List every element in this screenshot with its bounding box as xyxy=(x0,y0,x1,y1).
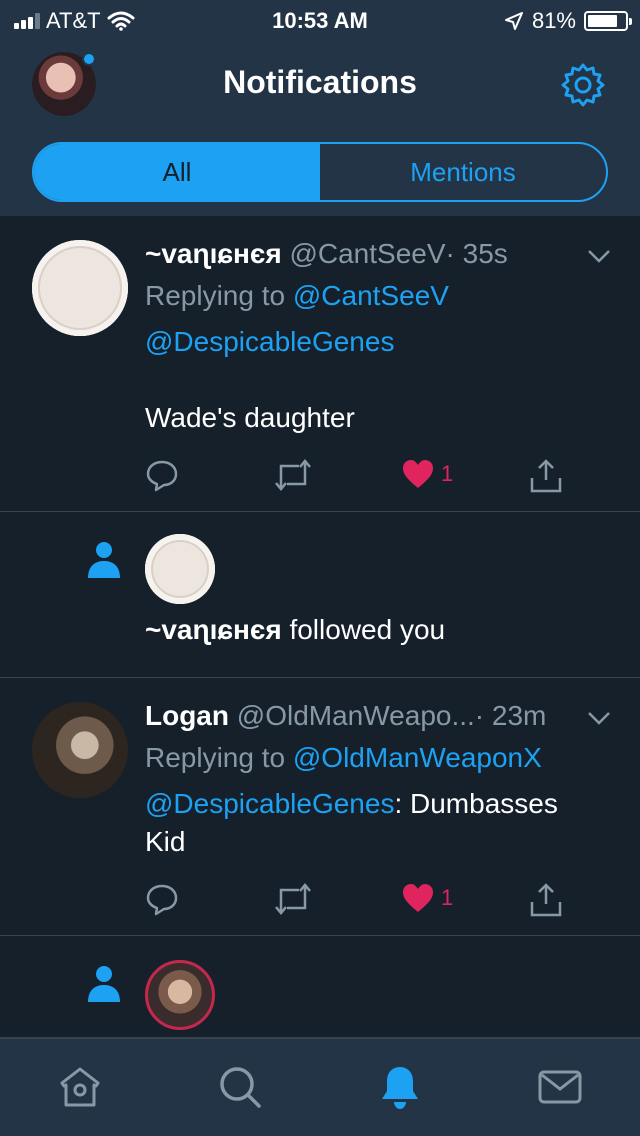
notification-item[interactable]: ~vaɳıɕнєя followed you xyxy=(0,512,640,678)
tweet-text: : Dumbasses xyxy=(394,788,558,819)
person-icon xyxy=(88,542,120,578)
reply-icon[interactable] xyxy=(145,882,179,916)
gear-icon[interactable] xyxy=(560,62,606,108)
display-name[interactable]: ~vaɳıɕнєя xyxy=(145,614,282,645)
notification-item[interactable] xyxy=(0,936,640,1038)
handle[interactable]: @OldManWeapo... xyxy=(237,700,475,731)
bottom-tab-bar xyxy=(0,1038,640,1136)
handle[interactable]: @CantSeeV xyxy=(289,238,445,269)
timestamp: · 23m xyxy=(474,700,547,731)
like-group[interactable]: 1 xyxy=(401,458,453,490)
notification-filter: All Mentions xyxy=(32,142,608,202)
reply-icon[interactable] xyxy=(145,458,179,492)
display-name[interactable]: Logan xyxy=(145,700,229,731)
heart-icon[interactable] xyxy=(401,458,435,490)
tweet-text-line1: @DespicableGenes: Dumbasses xyxy=(145,788,558,820)
page-title: Notifications xyxy=(223,64,417,100)
like-group[interactable]: 1 xyxy=(401,882,453,914)
reply-context: Replying to @CantSeeV xyxy=(145,280,449,312)
replying-to-label: Replying to xyxy=(145,280,286,311)
user-avatar[interactable] xyxy=(145,534,215,604)
user-avatar[interactable] xyxy=(32,702,128,798)
search-icon[interactable] xyxy=(216,1063,264,1111)
tweet-text: Wade's daughter xyxy=(145,402,355,433)
bell-icon[interactable] xyxy=(376,1063,424,1111)
chevron-down-icon[interactable] xyxy=(586,710,612,726)
tweet-header: Logan @OldManWeapo...· 23m xyxy=(145,700,546,732)
tweet-actions: 1 xyxy=(145,882,575,922)
share-icon[interactable] xyxy=(529,882,563,918)
tab-all[interactable]: All xyxy=(34,144,320,200)
home-icon[interactable] xyxy=(56,1063,104,1111)
follow-text: ~vaɳıɕнєя followed you xyxy=(145,614,445,646)
notification-item[interactable]: Logan @OldManWeapo...· 23m Replying to @… xyxy=(0,678,640,936)
status-right: 81% xyxy=(504,8,632,34)
battery-percent: 81% xyxy=(531,8,576,33)
battery-icon xyxy=(584,11,632,31)
replying-to-link[interactable]: @OldManWeaponX xyxy=(293,742,542,773)
tweet-actions: 1 xyxy=(145,458,575,498)
reply-context: Replying to @OldManWeaponX xyxy=(145,742,542,774)
retweet-icon[interactable] xyxy=(273,882,313,916)
status-bar: AT&T 10:53 AM 81% xyxy=(0,0,640,40)
notification-feed: ~vaɳıɕнєя @CantSeeV· 35s Replying to @Ca… xyxy=(0,216,640,1038)
follow-message: followed you xyxy=(289,614,446,645)
user-avatar[interactable] xyxy=(32,240,128,336)
tweet-header: ~vaɳıɕнєя @CantSeeV· 35s xyxy=(145,238,508,270)
location-arrow-icon xyxy=(504,12,523,30)
notification-item[interactable]: ~vaɳıɕнєя @CantSeeV· 35s Replying to @Ca… xyxy=(0,216,640,512)
mention-link[interactable]: @DespicableGenes xyxy=(145,326,394,357)
heart-icon[interactable] xyxy=(401,882,435,914)
user-avatar[interactable] xyxy=(145,960,215,1030)
share-icon[interactable] xyxy=(529,458,563,494)
timestamp: · 35s xyxy=(445,238,508,269)
replying-to-link[interactable]: @CantSeeV xyxy=(293,280,449,311)
retweet-icon[interactable] xyxy=(273,458,313,492)
mention-link[interactable]: @DespicableGenes xyxy=(145,788,394,819)
like-count: 1 xyxy=(441,885,454,910)
top-bar: AT&T 10:53 AM 81% Notifications All Ment… xyxy=(0,0,640,216)
tab-mentions[interactable]: Mentions xyxy=(320,144,606,200)
display-name[interactable]: ~vaɳıɕнєя xyxy=(145,238,282,269)
tweet-text-line2: Kid xyxy=(145,826,186,857)
like-count: 1 xyxy=(441,461,454,486)
chevron-down-icon[interactable] xyxy=(586,248,612,264)
person-icon xyxy=(88,966,120,1002)
battery-fill xyxy=(588,15,618,27)
replying-to-label: Replying to xyxy=(145,742,286,773)
mail-icon[interactable] xyxy=(536,1063,584,1111)
tweet-text-line1: @DespicableGenes xyxy=(145,326,394,358)
